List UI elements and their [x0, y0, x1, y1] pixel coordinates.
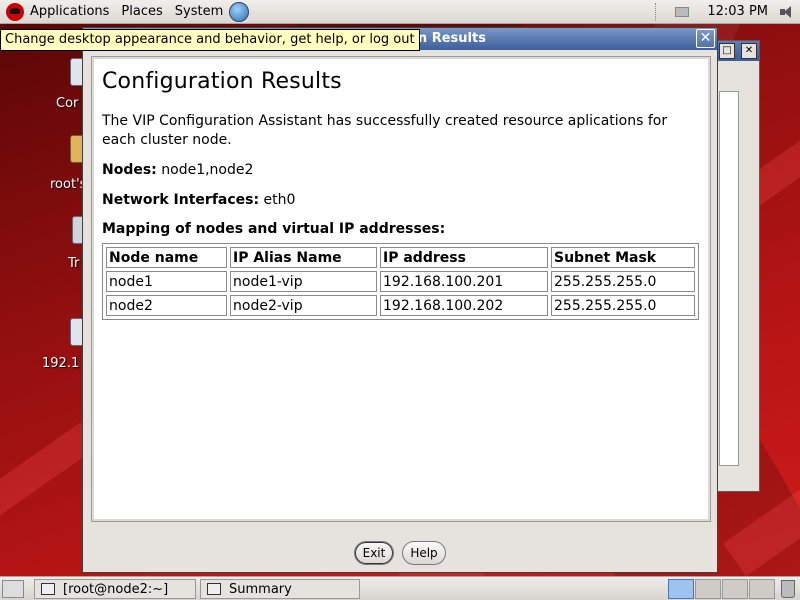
- show-desktop-icon[interactable]: [2, 580, 24, 598]
- workspace-switcher: [668, 579, 776, 599]
- exit-button[interactable]: Exit: [354, 541, 394, 565]
- page-title: Configuration Results: [102, 69, 342, 94]
- system-menu-tooltip: Change desktop appearance and behavior, …: [0, 29, 420, 51]
- cell-ip-address: 192.168.100.201: [380, 271, 548, 292]
- top-panel: Applications Places System 12:03 PM: [0, 0, 800, 24]
- help-button[interactable]: Help: [402, 541, 446, 565]
- applications-menu[interactable]: Applications: [0, 0, 115, 24]
- column-header-subnet-mask: Subnet Mask: [551, 247, 695, 268]
- nodes-label: Nodes:: [102, 162, 157, 178]
- taskbar-item-label: [root@node2:~]: [63, 581, 169, 597]
- vip-mapping-table: Node name IP Alias Name IP address Subne…: [102, 243, 699, 320]
- window-icon: [207, 583, 221, 595]
- desktop-icon-label: Cor: [56, 96, 79, 111]
- interfaces-line: Network Interfaces: eth0: [102, 191, 700, 210]
- maximize-icon[interactable]: □: [719, 43, 735, 59]
- notification-area-icon[interactable]: [675, 6, 690, 17]
- background-window-content: [719, 91, 739, 466]
- background-window[interactable]: □ ✕: [712, 40, 760, 492]
- column-header-node-name: Node name: [106, 247, 227, 268]
- taskbar-item-terminal[interactable]: [root@node2:~]: [34, 579, 196, 599]
- desktop-icon-label: 192.1: [42, 356, 80, 371]
- cell-ip-address: 192.168.100.202: [380, 295, 548, 316]
- cell-subnet-mask: 255.255.255.0: [551, 295, 695, 316]
- system-menu[interactable]: System: [169, 0, 229, 24]
- places-menu[interactable]: Places: [115, 0, 168, 24]
- desktop-icon-network[interactable]: 192.1: [40, 318, 84, 372]
- cell-ip-alias: node1-vip: [230, 271, 377, 292]
- close-icon[interactable]: ✕: [696, 29, 715, 48]
- redhat-logo-icon: [6, 2, 24, 21]
- nodes-value: node1,node2: [161, 162, 254, 178]
- workspace-4[interactable]: [749, 579, 775, 599]
- dialog-title: on Results: [409, 31, 486, 46]
- cell-node-name: node2: [106, 295, 227, 316]
- bottom-panel: [root@node2:~] Summary: [0, 576, 800, 600]
- taskbar-item-summary[interactable]: Summary: [200, 579, 360, 599]
- applications-menu-label: Applications: [30, 4, 110, 19]
- mapping-title: Mapping of nodes and virtual IP addresse…: [102, 221, 446, 237]
- panel-separator: [655, 2, 657, 21]
- table-row: node2 node2-vip 192.168.100.202 255.255.…: [106, 295, 695, 316]
- cell-subnet-mask: 255.255.255.0: [551, 271, 695, 292]
- intro-text: The VIP Configuration Assistant has succ…: [102, 113, 668, 148]
- places-menu-label: Places: [121, 4, 163, 19]
- workspace-2[interactable]: [695, 579, 721, 599]
- table-header-row: Node name IP Alias Name IP address Subne…: [106, 247, 695, 268]
- interfaces-label: Network Interfaces:: [102, 192, 260, 208]
- web-browser-launcher-icon[interactable]: [229, 1, 250, 22]
- desktop-icon-label: Tr: [68, 256, 80, 271]
- nodes-line: Nodes: node1,node2: [102, 161, 700, 180]
- trash-icon[interactable]: [781, 580, 795, 598]
- table-row: node1 node1-vip 192.168.100.201 255.255.…: [106, 271, 695, 292]
- volume-icon[interactable]: [778, 5, 796, 19]
- results-panel: Configuration Results The VIP Configurat…: [91, 56, 711, 522]
- taskbar-item-label: Summary: [229, 581, 292, 597]
- configuration-results-dialog: on Results ✕ Configuration Results The V…: [82, 27, 718, 573]
- column-header-ip-alias: IP Alias Name: [230, 247, 377, 268]
- workspace-1[interactable]: [668, 579, 694, 599]
- cell-node-name: node1: [106, 271, 227, 292]
- desktop-icon-label: root's: [50, 177, 87, 192]
- cell-ip-alias: node2-vip: [230, 295, 377, 316]
- close-icon[interactable]: ✕: [741, 43, 757, 59]
- interfaces-value: eth0: [263, 192, 296, 208]
- clock[interactable]: 12:03 PM: [699, 4, 778, 19]
- terminal-icon: [41, 583, 55, 595]
- column-header-ip-address: IP address: [380, 247, 548, 268]
- workspace-3[interactable]: [722, 579, 748, 599]
- system-menu-label: System: [174, 4, 224, 19]
